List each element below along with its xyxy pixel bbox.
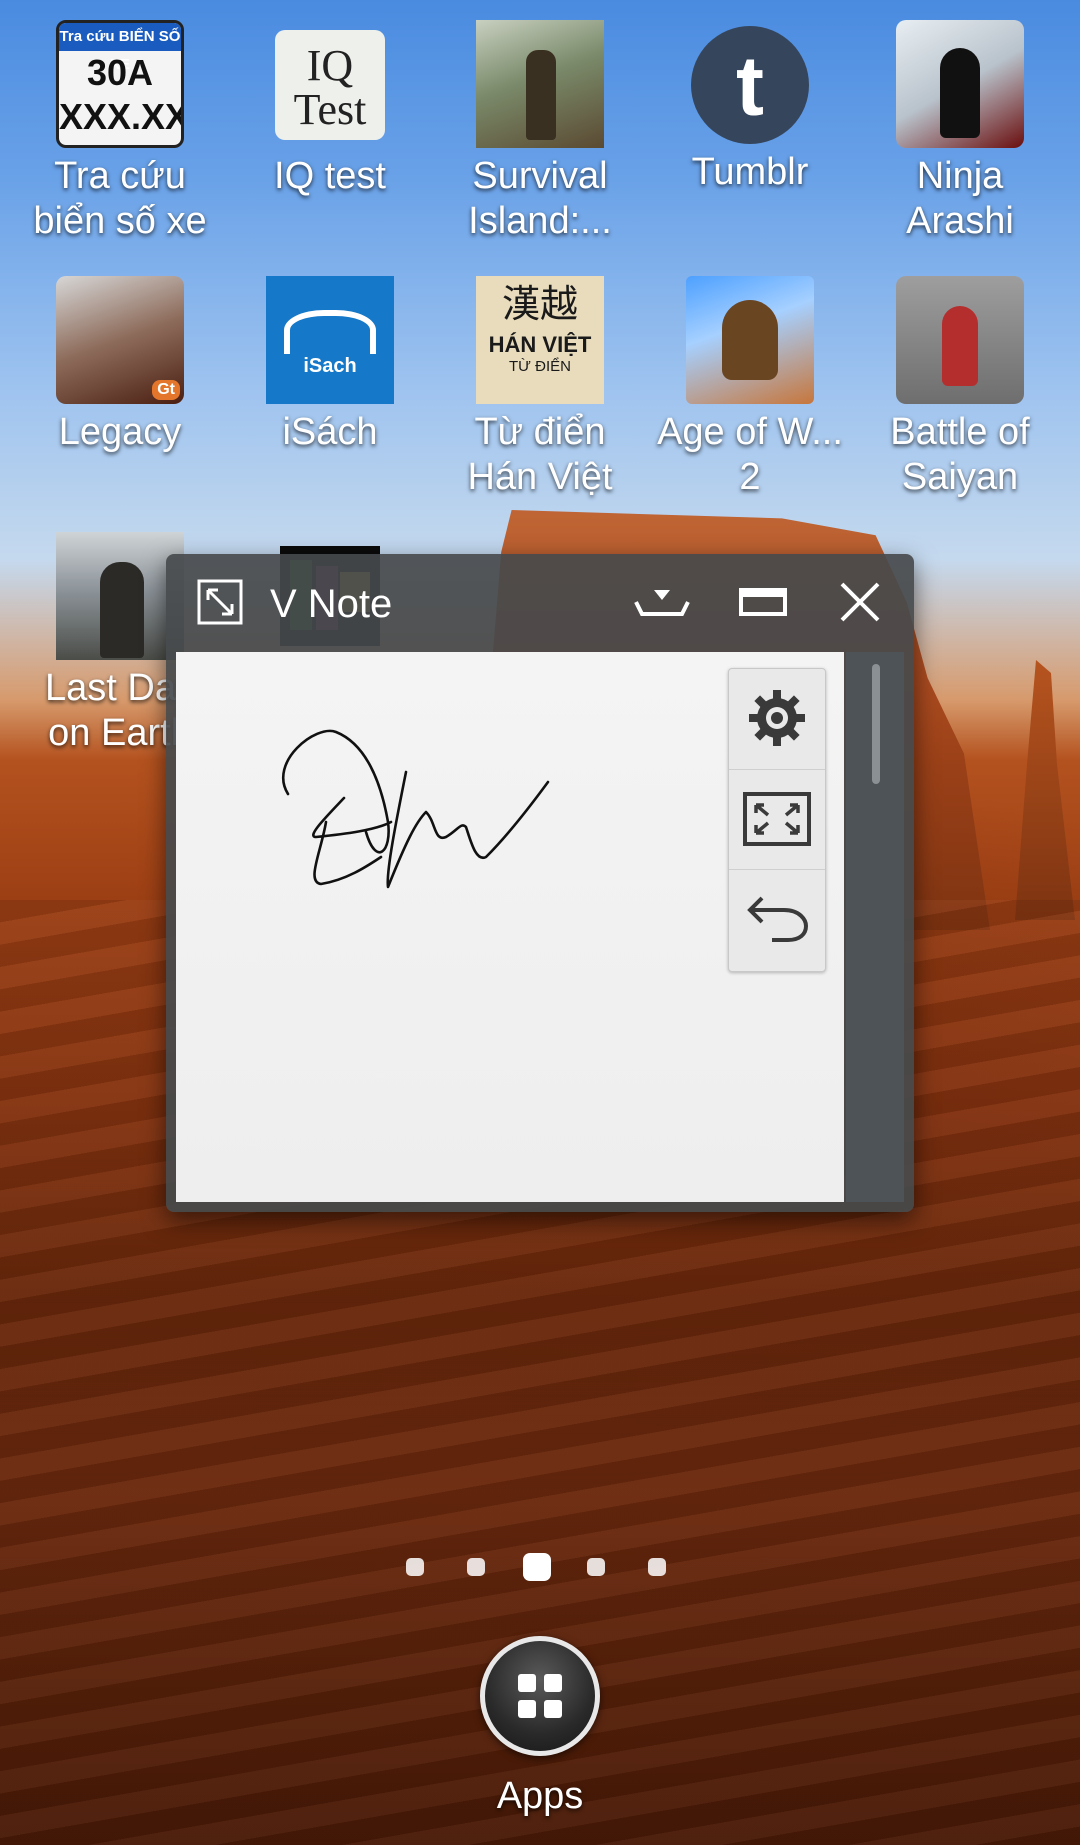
app-battle-of-saiyan[interactable]: Battle of Saiyan — [865, 276, 1055, 500]
ninja-arashi-icon — [896, 20, 1024, 148]
minimize-to-tray-icon[interactable] — [632, 584, 692, 624]
wallpaper-spire — [1015, 660, 1075, 920]
app-tra-cuu-bien-so-xe[interactable]: Tra cứu BIỂN SỐ XE 30A XXX.XX Tra cứu bi… — [25, 20, 215, 244]
page-dot[interactable] — [648, 1558, 666, 1576]
scrollbar-thumb[interactable] — [872, 664, 880, 784]
license-plate-lookup-icon: Tra cứu BIỂN SỐ XE 30A XXX.XX — [56, 20, 184, 148]
page-dot[interactable] — [406, 1558, 424, 1576]
page-dot-active[interactable] — [523, 1553, 551, 1581]
app-label: Ninja Arashi — [906, 155, 1014, 242]
app-label: Age of W... 2 — [657, 411, 843, 498]
app-age-of-war-2[interactable]: Age of W... 2 — [655, 276, 845, 500]
app-iq-test[interactable]: IQ Test IQ test — [235, 20, 425, 199]
gear-icon — [749, 690, 805, 746]
fit-screen-icon — [743, 792, 811, 846]
app-legacy[interactable]: Legacy — [25, 276, 215, 455]
app-label: Từ điển Hán Việt — [467, 411, 613, 498]
window-title: V Note — [270, 582, 393, 626]
app-ninja-arashi[interactable]: Ninja Arashi — [865, 20, 1055, 244]
home-screen: Tra cứu BIỂN SỐ XE 30A XXX.XX Tra cứu bi… — [0, 0, 1080, 1845]
battle-of-saiyan-icon — [896, 276, 1024, 404]
settings-button[interactable] — [729, 669, 825, 767]
page-dot[interactable] — [467, 1558, 485, 1576]
note-toolbox — [728, 668, 826, 972]
apps-grid-icon — [518, 1674, 562, 1718]
iq-test-icon: IQ Test — [275, 30, 385, 140]
app-label: IQ test — [274, 155, 386, 197]
maximize-icon[interactable] — [738, 582, 788, 622]
page-dot[interactable] — [587, 1558, 605, 1576]
app-label: iSách — [282, 411, 378, 453]
app-label: Tumblr — [691, 151, 809, 193]
close-icon[interactable] — [838, 580, 882, 624]
survival-island-icon — [476, 20, 604, 148]
app-label: Tra cứu biển số xe — [33, 155, 207, 242]
app-tumblr[interactable]: t Tumblr — [655, 20, 845, 195]
apps-button[interactable] — [480, 1636, 600, 1756]
apps-label: Apps — [496, 1775, 584, 1817]
expand-window-icon[interactable] — [196, 578, 244, 626]
last-day-on-earth-icon — [56, 532, 184, 660]
han-viet-dictionary-icon: 漢越 HÁN VIỆT TỪ ĐIỂN — [476, 276, 604, 404]
tumblr-icon: t — [691, 26, 809, 144]
undo-button[interactable] — [729, 869, 825, 968]
vnote-titlebar[interactable]: V Note — [166, 554, 914, 650]
app-label: Survival Island:... — [468, 155, 612, 242]
app-label: Battle of Saiyan — [890, 411, 1030, 498]
app-label: Legacy — [58, 411, 182, 453]
age-of-war-icon — [686, 276, 814, 404]
legacy-icon — [56, 276, 184, 404]
app-tu-dien-han-viet[interactable]: 漢越 HÁN VIỆT TỪ ĐIỂN Từ điển Hán Việt — [445, 276, 635, 500]
book-icon — [284, 310, 376, 354]
page-indicator — [0, 1550, 1080, 1581]
vnote-popup-window[interactable]: V Note — [166, 554, 914, 1212]
isach-icon: iSach — [266, 276, 394, 404]
app-survival-island[interactable]: Survival Island:... — [445, 20, 635, 244]
undo-icon — [747, 896, 809, 942]
app-isach[interactable]: iSach iSách — [235, 276, 425, 455]
fit-screen-button[interactable] — [729, 769, 825, 868]
